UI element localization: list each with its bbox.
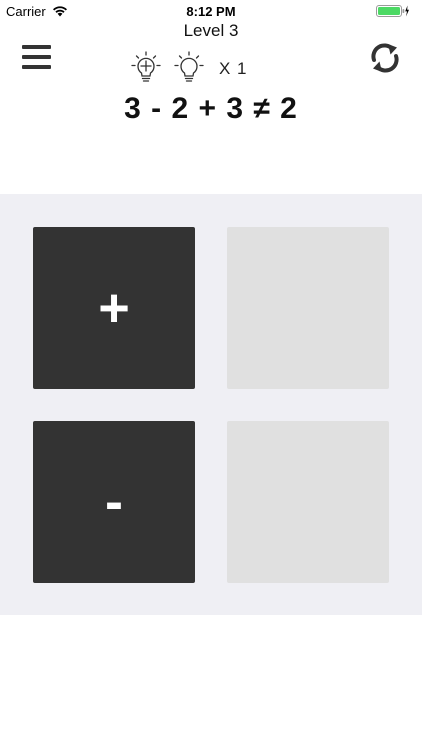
level-title: Level 3 [183, 21, 239, 40]
hint-button[interactable] [172, 51, 206, 85]
menu-button[interactable] [22, 44, 52, 70]
equation-display: 3 - 2 + 3 ≠ 2 [124, 92, 298, 125]
refresh-icon [371, 43, 399, 73]
tile-plus-operator[interactable]: + [33, 227, 195, 389]
tile-symbol: - [105, 472, 123, 532]
status-bar: Carrier 8:12 PM [0, 0, 422, 22]
tile-minus-operator[interactable]: - [33, 421, 195, 583]
tile-slot-empty[interactable] [227, 227, 389, 389]
refresh-button[interactable] [368, 42, 402, 74]
lightbulb-icon [174, 51, 204, 82]
hint-add-button[interactable] [129, 51, 163, 85]
tile-slot-empty[interactable] [227, 421, 389, 583]
lightbulb-plus-icon [131, 51, 161, 82]
tile-symbol: + [98, 278, 130, 338]
status-time: 8:12 PM [186, 4, 236, 19]
battery-charging-icon [376, 5, 409, 17]
tile-board: + - [0, 194, 422, 615]
hint-count-label: X 1 [219, 59, 248, 78]
app-screen: Carrier 8:12 PM Level 3 X 1 3 - 2 + 3 ≠ … [0, 0, 422, 750]
